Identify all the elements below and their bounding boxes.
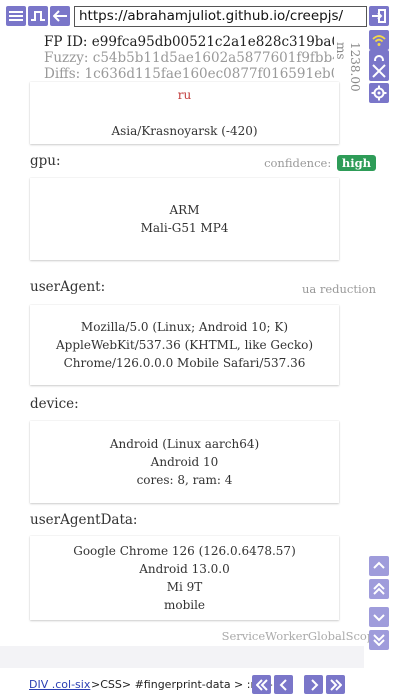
device-card: Android (Linux aarch64) Android 10 cores… bbox=[30, 421, 339, 503]
gpu-confidence: confidence: high bbox=[264, 155, 376, 171]
gpu-card: ARM Mali-G51 MP4 bbox=[30, 178, 339, 260]
fp-id: FP ID: e99fca95db00521c2a1e828c319ba084b… bbox=[44, 34, 334, 50]
device-label: device: bbox=[30, 396, 79, 412]
device-os: Android 10 bbox=[150, 455, 219, 469]
scroll-down-icon[interactable] bbox=[369, 607, 389, 627]
scope-label: ServiceWorkerGlobalScope bbox=[221, 629, 381, 643]
confidence-badge: high bbox=[336, 155, 376, 171]
fp-diffs: Diffs: 1c636d115fae160ec0877f016591eb01f… bbox=[44, 66, 334, 82]
collapse-icon[interactable] bbox=[369, 61, 389, 81]
timing-readout: 1238.00 ms bbox=[334, 42, 362, 92]
locale-language: ru bbox=[177, 88, 192, 102]
scroll-bottom-icon[interactable] bbox=[369, 630, 389, 650]
menu-icon[interactable] bbox=[6, 6, 26, 26]
scroll-top-icon[interactable] bbox=[369, 556, 389, 576]
wifi-icon[interactable] bbox=[369, 30, 389, 50]
useragentdata-label: userAgentData: bbox=[30, 512, 138, 528]
useragentdata-card: Google Chrome 126 (126.0.6478.57) Androi… bbox=[30, 536, 339, 620]
useragent-card: Mozilla/5.0 (Linux; Android 10; K) Apple… bbox=[30, 305, 339, 385]
fp-fuzzy: Fuzzy: c54b5b11d5ae1602a5877601f9fbb42cf… bbox=[44, 50, 334, 66]
useragent-label: userAgent: bbox=[30, 279, 106, 295]
ua-reduction-label: ua reduction bbox=[301, 282, 376, 296]
device-platform: Android (Linux aarch64) bbox=[109, 437, 260, 451]
prev-icon[interactable] bbox=[274, 675, 293, 694]
uad-platform: Android 13.0.0 bbox=[139, 562, 230, 576]
useragent-value: Mozilla/5.0 (Linux; Android 10; K) Apple… bbox=[55, 320, 314, 370]
uad-mobile: mobile bbox=[163, 598, 206, 612]
gpu-label: gpu: bbox=[30, 153, 61, 169]
confidence-label: confidence: bbox=[264, 156, 332, 170]
selector-path: >CSS> #fingerprint-data > :nth- bbox=[91, 678, 273, 691]
locale-card: ru Asia/Krasnoyarsk (-420) bbox=[30, 82, 339, 144]
first-icon[interactable] bbox=[252, 675, 271, 694]
back-arrow-icon[interactable] bbox=[50, 6, 70, 26]
gpu-vendor: ARM bbox=[169, 203, 200, 217]
device-hardware: cores: 8, ram: 4 bbox=[136, 473, 233, 487]
fingerprint-summary: FP ID: e99fca95db00521c2a1e828c319ba084b… bbox=[44, 34, 334, 82]
last-icon[interactable] bbox=[326, 675, 345, 694]
status-bar: DIV .col-six >CSS> #fingerprint-data > :… bbox=[0, 671, 406, 699]
exit-icon[interactable] bbox=[369, 6, 389, 26]
section-divider bbox=[0, 646, 364, 668]
url-input[interactable]: https://abrahamjuliot.github.io/creepjs/ bbox=[74, 6, 367, 27]
scroll-up-icon[interactable] bbox=[369, 579, 389, 599]
uad-browser: Google Chrome 126 (126.0.6478.57) bbox=[73, 544, 296, 558]
gpu-renderer: Mali-G51 MP4 bbox=[140, 221, 229, 235]
pulse-icon[interactable] bbox=[28, 6, 48, 26]
uad-model: Mi 9T bbox=[166, 580, 203, 594]
next-icon[interactable] bbox=[304, 675, 323, 694]
gear-icon[interactable] bbox=[369, 83, 389, 103]
top-toolbar: https://abrahamjuliot.github.io/creepjs/ bbox=[0, 0, 406, 34]
locale-timezone: Asia/Krasnoyarsk (-420) bbox=[111, 124, 258, 138]
element-link[interactable]: DIV .col-six bbox=[29, 678, 90, 691]
